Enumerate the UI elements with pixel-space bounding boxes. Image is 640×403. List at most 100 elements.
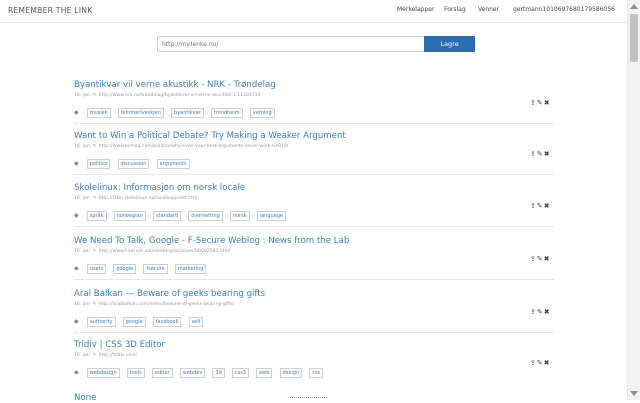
tag[interactable]: google	[122, 316, 146, 327]
link-item: Skolelinux: Informasjon om norsk locale …	[74, 183, 554, 231]
tag[interactable]: authority	[86, 316, 116, 327]
tag-icon: ◆	[74, 369, 79, 376]
tag[interactable]: self	[188, 316, 204, 327]
link-meta: 16. jan ✎ http://i18n.skolelinux.no/locale…	[74, 196, 199, 201]
link-item: Byantikvar vil verne akustikk - NRK - Tr…	[74, 80, 554, 128]
nav-link-venner[interactable]: Venner	[478, 6, 499, 13]
link-title[interactable]: Want to Win a Political Debate? Try Maki…	[74, 131, 346, 141]
share-icon[interactable]: ⇪	[530, 150, 536, 158]
tag[interactable]: norwegian	[113, 210, 146, 221]
pencil-icon: ✎	[92, 196, 97, 201]
link-title[interactable]: Tridiv | CSS 3D Editor	[74, 340, 165, 350]
share-icon[interactable]: ⇪	[530, 255, 536, 263]
delete-icon[interactable]: ✖	[544, 359, 550, 367]
delete-icon[interactable]: ✖	[544, 255, 550, 263]
tag[interactable]: språk	[86, 210, 107, 221]
delete-icon[interactable]: ✖	[544, 308, 550, 316]
tag[interactable]: marketing	[174, 263, 207, 274]
tag[interactable]: discussion	[117, 158, 150, 169]
brand-logo-text[interactable]: REMEMBER THE LINK	[8, 6, 92, 15]
link-date: 16. jan	[74, 196, 90, 201]
edit-icon[interactable]: ✎	[537, 359, 543, 367]
tag[interactable]: css	[309, 367, 324, 378]
link-url[interactable]: http://aralbalkan.com/notes/beware-of-ge…	[99, 302, 235, 307]
tag[interactable]: 3d	[212, 367, 225, 378]
save-button[interactable]: Lagre	[424, 36, 475, 52]
link-meta: 16. jan ✎ http://www.f-secure.com/weblog/a…	[74, 249, 230, 254]
footer-divider	[290, 397, 327, 399]
link-url[interactable]: http://i18n.skolelinux.no/localeoppsett.…	[99, 196, 199, 201]
share-icon[interactable]: ⇪	[530, 308, 536, 316]
tag[interactable]: femmeriveskjen	[117, 107, 164, 118]
tag[interactable]: web	[256, 367, 273, 378]
link-meta: 16. jan ✎ http://tridiv.com/	[74, 353, 137, 358]
link-title[interactable]: Aral Balkan — Beware of geeks bearing gi…	[74, 289, 265, 299]
edit-icon[interactable]: ✎	[537, 202, 543, 210]
tag[interactable]: webdesign	[86, 367, 120, 378]
link-url[interactable]: http://www.psmag.com/politics/why-even-y…	[99, 144, 289, 149]
tag-list: ◆ musikk femmeriveskjen byantikvar trond…	[74, 102, 277, 121]
tag-icon: ◆	[74, 265, 79, 272]
tag-list: ◆ users google fsecure marketing	[74, 258, 208, 277]
link-title-partial[interactable]: None	[74, 393, 96, 403]
share-icon[interactable]: ⇪	[530, 202, 536, 210]
nav-link-merkelapper[interactable]: Merkelapper	[397, 6, 434, 13]
tag-icon: ◆	[74, 318, 79, 325]
tag[interactable]: byantikvar	[171, 107, 204, 118]
tag[interactable]: webdev	[179, 367, 206, 378]
tag[interactable]: fsecure	[143, 263, 168, 274]
tag[interactable]: design	[279, 367, 303, 378]
delete-icon[interactable]: ✖	[544, 99, 550, 107]
tag[interactable]: arguments	[156, 158, 190, 169]
link-url[interactable]: http://tridiv.com/	[99, 353, 137, 358]
tag[interactable]: oversetting	[188, 210, 223, 221]
tag-list: ◆ authority google facebook self	[74, 311, 205, 330]
link-date: 16. jan	[74, 353, 90, 358]
edit-icon[interactable]: ✎	[537, 308, 543, 316]
delete-icon[interactable]: ✖	[544, 150, 550, 158]
scroll-up-arrow-icon[interactable]	[630, 4, 638, 9]
tag[interactable]: standard	[152, 210, 182, 221]
tag[interactable]: language	[256, 210, 286, 221]
link-item: Want to Win a Political Debate? Try Maki…	[74, 131, 554, 179]
tag[interactable]: trondheim	[210, 107, 243, 118]
tag[interactable]: musikk	[86, 107, 111, 118]
tag[interactable]: facebook	[152, 316, 182, 327]
tag[interactable]: politics	[86, 158, 111, 169]
tag[interactable]: editor	[151, 367, 173, 378]
tag[interactable]: css3	[231, 367, 249, 378]
pencil-icon: ✎	[92, 249, 97, 254]
edit-icon[interactable]: ✎	[537, 255, 543, 263]
pencil-icon: ✎	[92, 93, 97, 98]
link-title[interactable]: Skolelinux: Informasjon om norsk locale	[74, 183, 245, 193]
link-date: 16. jan	[74, 144, 90, 149]
edit-icon[interactable]: ✎	[537, 99, 543, 107]
scroll-down-arrow-icon[interactable]	[630, 391, 638, 396]
link-title[interactable]: We Need To Talk, Google - F-Secure Weblo…	[74, 236, 349, 246]
share-icon[interactable]: ⇪	[530, 99, 536, 107]
tag[interactable]: norsk	[229, 210, 250, 221]
nav-link-user[interactable]: gertmann1010697680179586056	[513, 6, 615, 13]
link-url[interactable]: http://www.f-secure.com/weblog/archives/…	[99, 249, 231, 254]
tag[interactable]: tools	[126, 367, 145, 378]
scrollbar-thumb[interactable]	[630, 14, 638, 62]
link-actions: ⇪✎✖	[530, 359, 551, 367]
link-item: Tridiv | CSS 3D Editor 16. jan ✎ http://tr…	[74, 340, 554, 388]
url-input[interactable]	[157, 36, 426, 52]
link-url[interactable]: http://www.nrk.no/trondelag/byantikvar-v…	[99, 93, 261, 98]
share-icon[interactable]: ⇪	[530, 359, 536, 367]
tag[interactable]: users	[86, 263, 107, 274]
edit-icon[interactable]: ✎	[537, 150, 543, 158]
page-scrollbar[interactable]	[627, 0, 640, 400]
tag-list: ◆ språk norwegian standard oversetting n…	[74, 205, 288, 224]
pencil-icon: ✎	[92, 302, 97, 307]
delete-icon[interactable]: ✖	[544, 202, 550, 210]
nav-link-forslag[interactable]: Forslag	[444, 6, 466, 13]
tag-icon: ◆	[74, 160, 79, 167]
link-title[interactable]: Byantikvar vil verne akustikk - NRK - Tr…	[74, 80, 276, 90]
tag[interactable]: google	[113, 263, 137, 274]
tag-icon: ◆	[74, 212, 79, 219]
divider	[74, 174, 554, 175]
link-date: 16. jan	[74, 249, 90, 254]
tag[interactable]: verning	[249, 107, 275, 118]
